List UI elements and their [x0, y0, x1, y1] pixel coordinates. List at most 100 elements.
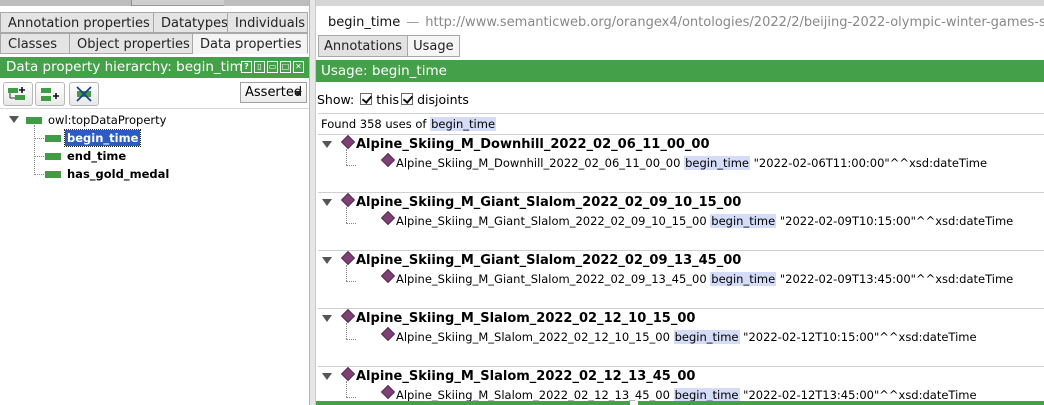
axiom-property: begin_time — [710, 272, 777, 286]
collapse-toggle-icon[interactable] — [9, 116, 19, 123]
data-property-icon — [26, 116, 42, 124]
usage-count-text: Found 358 uses of — [321, 117, 427, 131]
collapse-toggle-icon[interactable] — [322, 373, 332, 380]
usage-group-title: Alpine_Skiing_M_Downhill_2022_02_06_11_0… — [356, 137, 710, 152]
split-vertical-icon[interactable]: ▯ — [254, 61, 265, 73]
entity-iri: http://www.semanticweb.org/orangex4/onto… — [425, 14, 1044, 30]
data-property-tree: owl:topDataProperty begin_time end_time … — [0, 110, 309, 405]
data-property-icon — [45, 134, 61, 142]
usage-header: Usage: begin_time — [316, 60, 1044, 82]
tree-node-has-gold-medal[interactable]: has_gold_medal — [45, 166, 171, 182]
individual-icon — [340, 366, 356, 382]
usage-group[interactable]: Alpine_Skiing_M_Slalom_2022_02_12_10_15_… — [318, 308, 1044, 366]
tab-classes[interactable]: Classes — [0, 33, 70, 54]
show-disjoints-label: disjoints — [417, 91, 469, 107]
individual-icon — [340, 308, 356, 324]
axiom-property: begin_time — [684, 156, 750, 170]
usage-group-title: Alpine_Skiing_M_Giant_Slalom_2022_02_09_… — [356, 195, 742, 210]
individual-icon — [340, 250, 356, 266]
entity-tabs-row-2: Classes Object properties Data propertie… — [0, 33, 308, 54]
axiom-property: begin_time — [673, 330, 740, 344]
usage-axiom[interactable]: Alpine_Skiing_M_Downhill_2022_02_06_11_0… — [396, 156, 987, 170]
data-property-icon — [45, 152, 61, 160]
usage-count-term: begin_time — [430, 117, 497, 131]
collapse-toggle-icon[interactable] — [322, 141, 332, 148]
axiom-value: "2022-02-06T11:00:00"^^xsd:dateTime — [753, 156, 988, 170]
individual-icon — [380, 210, 396, 226]
usage-group-title: Alpine_Skiing_M_Giant_Slalom_2022_02_09_… — [356, 253, 742, 268]
usage-group-title: Alpine_Skiing_M_Slalom_2022_02_12_10_15_… — [356, 311, 696, 326]
usage-group-title: Alpine_Skiing_M_Slalom_2022_02_12_13_45_… — [356, 369, 696, 384]
add-sibling-property-icon — [41, 88, 59, 101]
hierarchy-title: Data property hierarchy: begin_time — [6, 59, 252, 75]
axiom-subject: Alpine_Skiing_M_Downhill_2022_02_06_11_0… — [396, 156, 681, 170]
top-tab-strip — [316, 0, 1044, 6]
usage-group[interactable]: Alpine_Skiing_M_Giant_Slalom_2022_02_09_… — [318, 192, 1044, 250]
pane-splitter[interactable] — [309, 0, 316, 405]
delete-property-icon — [76, 86, 92, 102]
usage-count: Found 358 uses of begin_time — [321, 117, 497, 131]
add-sub-property-button[interactable] — [3, 82, 33, 106]
show-label: Show: — [317, 91, 355, 107]
collapse-toggle-icon[interactable] — [322, 257, 332, 264]
tab-datatypes[interactable]: Datatypes — [154, 12, 228, 33]
axiom-value: "2022-02-09T10:15:00"^^xsd:dateTime — [779, 214, 1014, 228]
tree-node-root[interactable]: owl:topDataProperty — [26, 112, 168, 128]
show-this-label: this — [376, 91, 400, 107]
axiom-subject: Alpine_Skiing_M_Giant_Slalom_2022_02_09_… — [396, 214, 707, 228]
show-disjoints-checkbox[interactable] — [401, 93, 414, 105]
axiom-property: begin_time — [710, 214, 777, 228]
usage-axiom[interactable]: Alpine_Skiing_M_Slalom_2022_02_12_13_45_… — [396, 388, 977, 402]
chevron-down-icon — [294, 91, 302, 96]
collapse-toggle-icon[interactable] — [322, 199, 332, 206]
axiom-subject: Alpine_Skiing_M_Giant_Slalom_2022_02_09_… — [396, 272, 707, 286]
individual-icon — [340, 134, 356, 150]
add-sibling-property-button[interactable] — [35, 82, 65, 106]
tab-annotation-properties[interactable]: Annotation properties — [0, 12, 154, 33]
tree-node-end-time[interactable]: end_time — [45, 148, 128, 164]
property-usage-pane: begin_time — http://www.semanticweb.org/… — [316, 0, 1044, 405]
show-options: Show: this disjoints — [317, 90, 469, 108]
entity-title-bar: begin_time — http://www.semanticweb.org/… — [316, 12, 1044, 32]
usage-group[interactable]: Alpine_Skiing_M_Slalom_2022_02_12_13_45_… — [318, 366, 1044, 405]
tree-node-begin-time[interactable]: begin_time — [45, 129, 142, 147]
hierarchy-toolbar: Asserted — [0, 79, 309, 109]
individual-icon — [380, 268, 396, 284]
axiom-subject: Alpine_Skiing_M_Slalom_2022_02_12_10_15_… — [396, 330, 670, 344]
hierarchy-mode-select[interactable]: Asserted — [240, 82, 307, 103]
usage-group[interactable]: Alpine_Skiing_M_Downhill_2022_02_06_11_0… — [318, 134, 1044, 192]
axiom-value: "2022-02-12T10:15:00"^^xsd:dateTime — [743, 330, 977, 344]
usage-axiom[interactable]: Alpine_Skiing_M_Giant_Slalom_2022_02_09_… — [396, 214, 1013, 228]
close-icon[interactable]: ✕ — [293, 61, 304, 73]
usage-group[interactable]: Alpine_Skiing_M_Giant_Slalom_2022_02_09_… — [318, 250, 1044, 308]
axiom-value: "2022-02-09T13:45:00"^^xsd:dateTime — [779, 272, 1014, 286]
delete-property-button[interactable] — [69, 82, 99, 106]
maximize-icon[interactable]: □ — [280, 61, 291, 73]
tab-usage[interactable]: Usage — [408, 35, 460, 57]
axiom-subject: Alpine_Skiing_M_Slalom_2022_02_12_13_45_… — [396, 388, 670, 402]
tab-data-properties[interactable]: Data properties — [193, 33, 308, 54]
individual-icon — [380, 384, 396, 400]
view-window-buttons: ? ▯ ▭ □ ✕ — [241, 61, 304, 73]
axiom-value: "2022-02-12T13:45:00"^^xsd:dateTime — [743, 388, 977, 402]
data-property-icon — [45, 170, 61, 178]
tree-node-label: has_gold_medal — [67, 167, 170, 181]
tab-object-properties[interactable]: Object properties — [70, 33, 193, 54]
tab-annotations[interactable]: Annotations — [318, 35, 409, 57]
add-sub-property-icon — [8, 87, 25, 100]
entity-name: begin_time — [328, 14, 401, 30]
individual-icon — [380, 152, 396, 168]
individual-icon — [340, 192, 356, 208]
tab-individuals[interactable]: Individuals — [228, 12, 308, 33]
usage-list: Found 358 uses of begin_time Alpine_Skii… — [318, 113, 1044, 405]
collapse-toggle-icon[interactable] — [322, 315, 332, 322]
usage-axiom[interactable]: Alpine_Skiing_M_Giant_Slalom_2022_02_09_… — [396, 272, 1013, 286]
entity-browser-pane: Annotation properties Datatypes Individu… — [0, 0, 370, 405]
help-icon[interactable]: ? — [241, 61, 252, 73]
usage-axiom[interactable]: Alpine_Skiing_M_Slalom_2022_02_12_10_15_… — [396, 330, 977, 344]
data-property-hierarchy-header: Data property hierarchy: begin_time ? ▯ … — [0, 57, 309, 78]
show-this-checkbox[interactable] — [360, 93, 373, 105]
axiom-property: begin_time — [673, 388, 740, 402]
bottom-panel-edge — [316, 401, 1044, 405]
split-horizontal-icon[interactable]: ▭ — [267, 61, 278, 73]
